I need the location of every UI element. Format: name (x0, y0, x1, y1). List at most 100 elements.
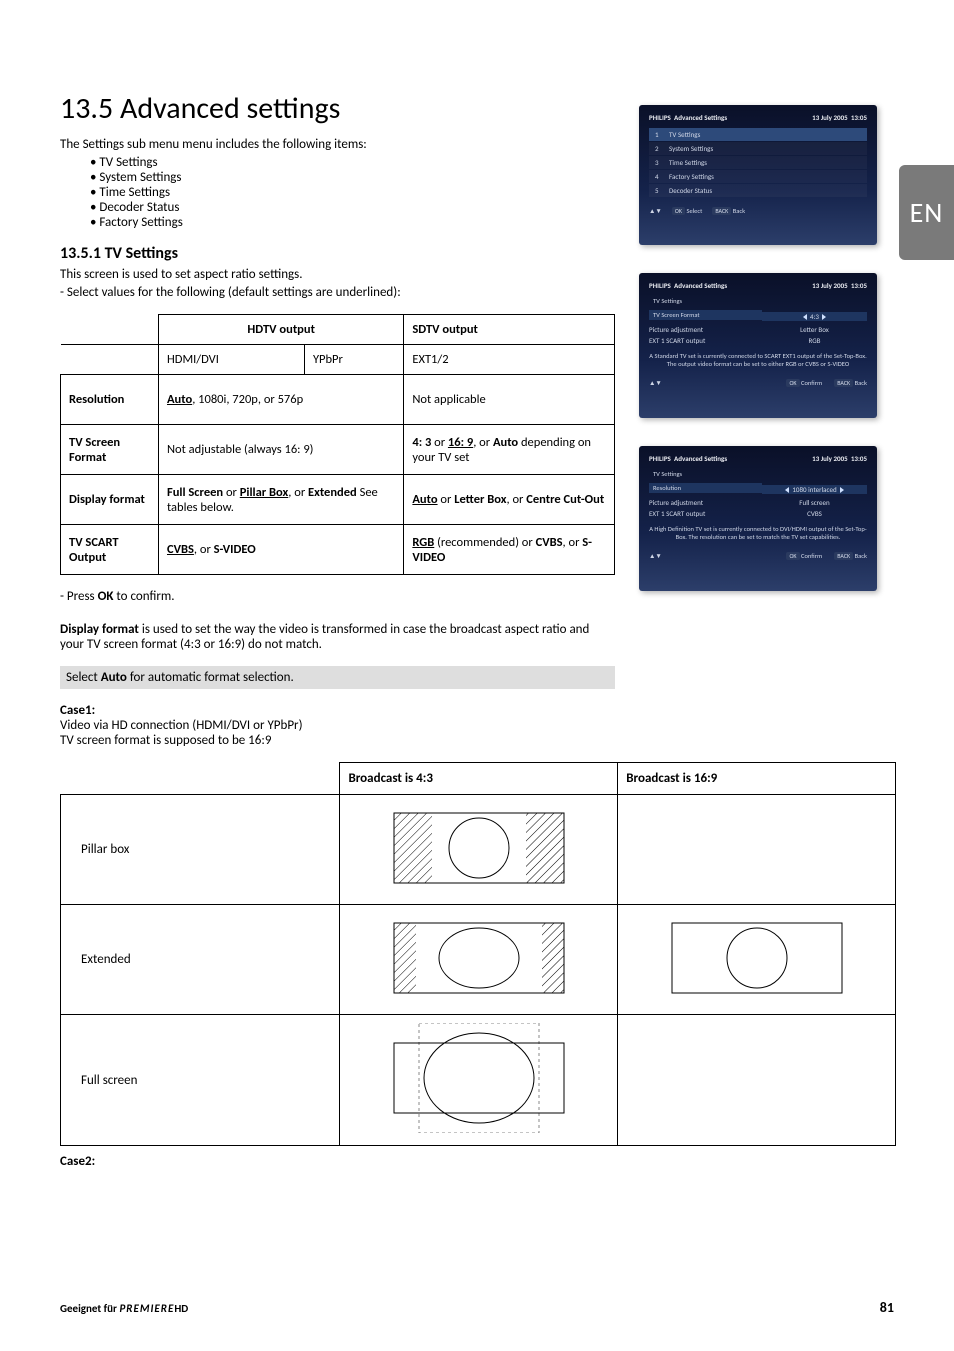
val: Letter Box (800, 325, 829, 334)
fmt-head-43: Broadcast is 4:3 (340, 763, 618, 795)
brand: PHILIPS (649, 113, 671, 122)
brand: PHILIPS (649, 281, 671, 290)
display-format-para: Display format is used to set the way th… (60, 622, 615, 652)
fig-extended-43 (340, 905, 618, 1015)
lbl: TV Screen Format (649, 310, 762, 320)
confirm-line: - Press OK to confirm. (60, 589, 615, 604)
lbl: EXT 1 SCART output (649, 509, 762, 518)
time: 13:05 (851, 113, 867, 122)
page-number: 81 (880, 1299, 894, 1316)
screenshot-3: PHILIPS Advanced Settings 13 July 2005 1… (639, 446, 877, 591)
row-tvformat-hdtv: Not adjustable (always 16: 9) (158, 425, 403, 475)
th-hdmi: HDMI/DVI (158, 345, 304, 375)
sub-line1: This screen is used to set aspect ratio … (60, 267, 615, 282)
case2-title: Case2: (60, 1154, 95, 1169)
row-display-hdtv: Full Screen or Pillar Box, or Extended S… (158, 475, 403, 525)
subsection-title: TV Settings (105, 244, 178, 263)
th-sdtv: SDTV output (404, 315, 615, 345)
back-pill: BACK (712, 207, 731, 215)
n: 3 (655, 158, 663, 167)
n: 2 (655, 144, 663, 153)
lbl: Back (855, 552, 867, 560)
val: S-VIDEO (214, 542, 256, 557)
val: Full Screen (167, 485, 223, 500)
shot2-msg: A Standard TV set is currently connected… (649, 352, 867, 369)
case1-l1: Video via HD connection (HDMI/DVI or YPb… (60, 718, 615, 733)
menu-item: 2 System Settings (649, 142, 867, 155)
val: CVBS (807, 509, 822, 518)
val: 4: 3 (412, 435, 431, 450)
brand: PHILIPS (649, 454, 671, 463)
n: 4 (655, 172, 663, 181)
row-tvformat-sdtv: 4: 3 or 16: 9, or Auto depending on your… (404, 425, 615, 475)
screenshot-column: PHILIPS Advanced Settings 13 July 2005 1… (628, 105, 888, 619)
format-table: Broadcast is 4:3 Broadcast is 16:9 Pilla… (60, 762, 896, 1146)
settings-table: HDTV output SDTV output HDMI/DVI YPbPr E… (60, 314, 615, 575)
bullet-item: Decoder Status (90, 200, 615, 215)
footer: Geeignet für PREMIEREHD 81 (60, 1299, 894, 1316)
txt: - Press (60, 589, 98, 604)
val: RGB (412, 535, 434, 550)
row-resolution-sdtv: Not applicable (404, 375, 615, 425)
val: CVBS (167, 542, 194, 557)
footer-geeignet: Geeignet für (60, 1302, 119, 1315)
th-ypbpr: YPbPr (304, 345, 403, 375)
lbl: Confirm (801, 379, 822, 387)
n: 5 (655, 186, 663, 195)
bullet-list: TV Settings System Settings Time Setting… (90, 155, 615, 230)
row-scart-sdtv: RGB (recommended) or CVBS, or S-VIDEO (404, 525, 615, 575)
fig-pillar-169 (618, 795, 896, 905)
footer-brand: PREMIERE (119, 1302, 174, 1315)
row-display-sdtv: Auto or Letter Box, or Centre Cut-Out (404, 475, 615, 525)
val: , 1080i, 720p, or 576p (192, 392, 303, 407)
txt: is used to set the way the video is tran… (60, 622, 589, 652)
nav-arrows-icon: ▲▼ (649, 552, 662, 560)
arrow-left-icon (803, 314, 807, 320)
t: System Settings (669, 144, 713, 153)
menu-item: 1TV Settings (649, 128, 867, 141)
fmt-head-169: Broadcast is 16:9 (618, 763, 896, 795)
arrow-left-icon (785, 487, 789, 493)
opt-row: Picture adjustment Letter Box (649, 324, 867, 335)
section-number: 13.5 (60, 90, 113, 127)
title: Advanced Settings (674, 454, 727, 463)
opt-row: Picture adjustment Full screen (649, 497, 867, 508)
txt: OK (98, 589, 114, 604)
case1-l2: TV screen format is supposed to be 16:9 (60, 733, 615, 748)
txt: Select (66, 670, 101, 685)
opt-row: EXT 1 SCART output CVBS (649, 508, 867, 519)
back-pill: BACK (834, 379, 853, 387)
date: 13 July 2005 (812, 113, 848, 122)
txt: to confirm. (113, 589, 174, 604)
section-title: Advanced settings (120, 90, 340, 127)
screenshot-1: PHILIPS Advanced Settings 13 July 2005 1… (639, 105, 877, 245)
time: 13:05 (851, 281, 867, 290)
back-pill: BACK (834, 552, 853, 560)
subsection-number: 13.5.1 (60, 244, 101, 263)
fig-extended-169 (618, 905, 896, 1015)
shot2-sub: TV Settings (649, 296, 867, 306)
menu-item: 3Time Settings (649, 156, 867, 169)
t: Decoder Status (669, 186, 712, 195)
row-resolution-label: Resolution (61, 375, 159, 425)
nav-arrows-icon: ▲▼ (649, 379, 662, 387)
lbl: Picture adjustment (649, 325, 762, 334)
fmt-row-extended: Extended (61, 905, 340, 1015)
lbl: Back (733, 207, 745, 215)
date: 13 July 2005 (812, 454, 848, 463)
th-hdtv: HDTV output (158, 315, 403, 345)
time: 13:05 (851, 454, 867, 463)
menu-item: 5 Decoder Status (649, 184, 867, 197)
note-box: Select Auto for automatic format selecti… (60, 666, 615, 689)
t: TV Settings (669, 130, 700, 139)
content-left: 13.5 Advanced settings The Settings sub … (60, 90, 615, 748)
lbl: EXT 1 SCART output (649, 336, 762, 345)
fig-full-43 (340, 1015, 618, 1146)
title: Advanced Settings (674, 281, 727, 290)
val: 16: 9 (448, 435, 473, 450)
row-display-label: Display format (61, 475, 159, 525)
txt: for automatic format selection. (127, 670, 294, 685)
lbl: Picture adjustment (649, 498, 762, 507)
shot3-sub: TV Settings (649, 469, 867, 479)
section-heading: 13.5 Advanced settings (60, 90, 615, 127)
